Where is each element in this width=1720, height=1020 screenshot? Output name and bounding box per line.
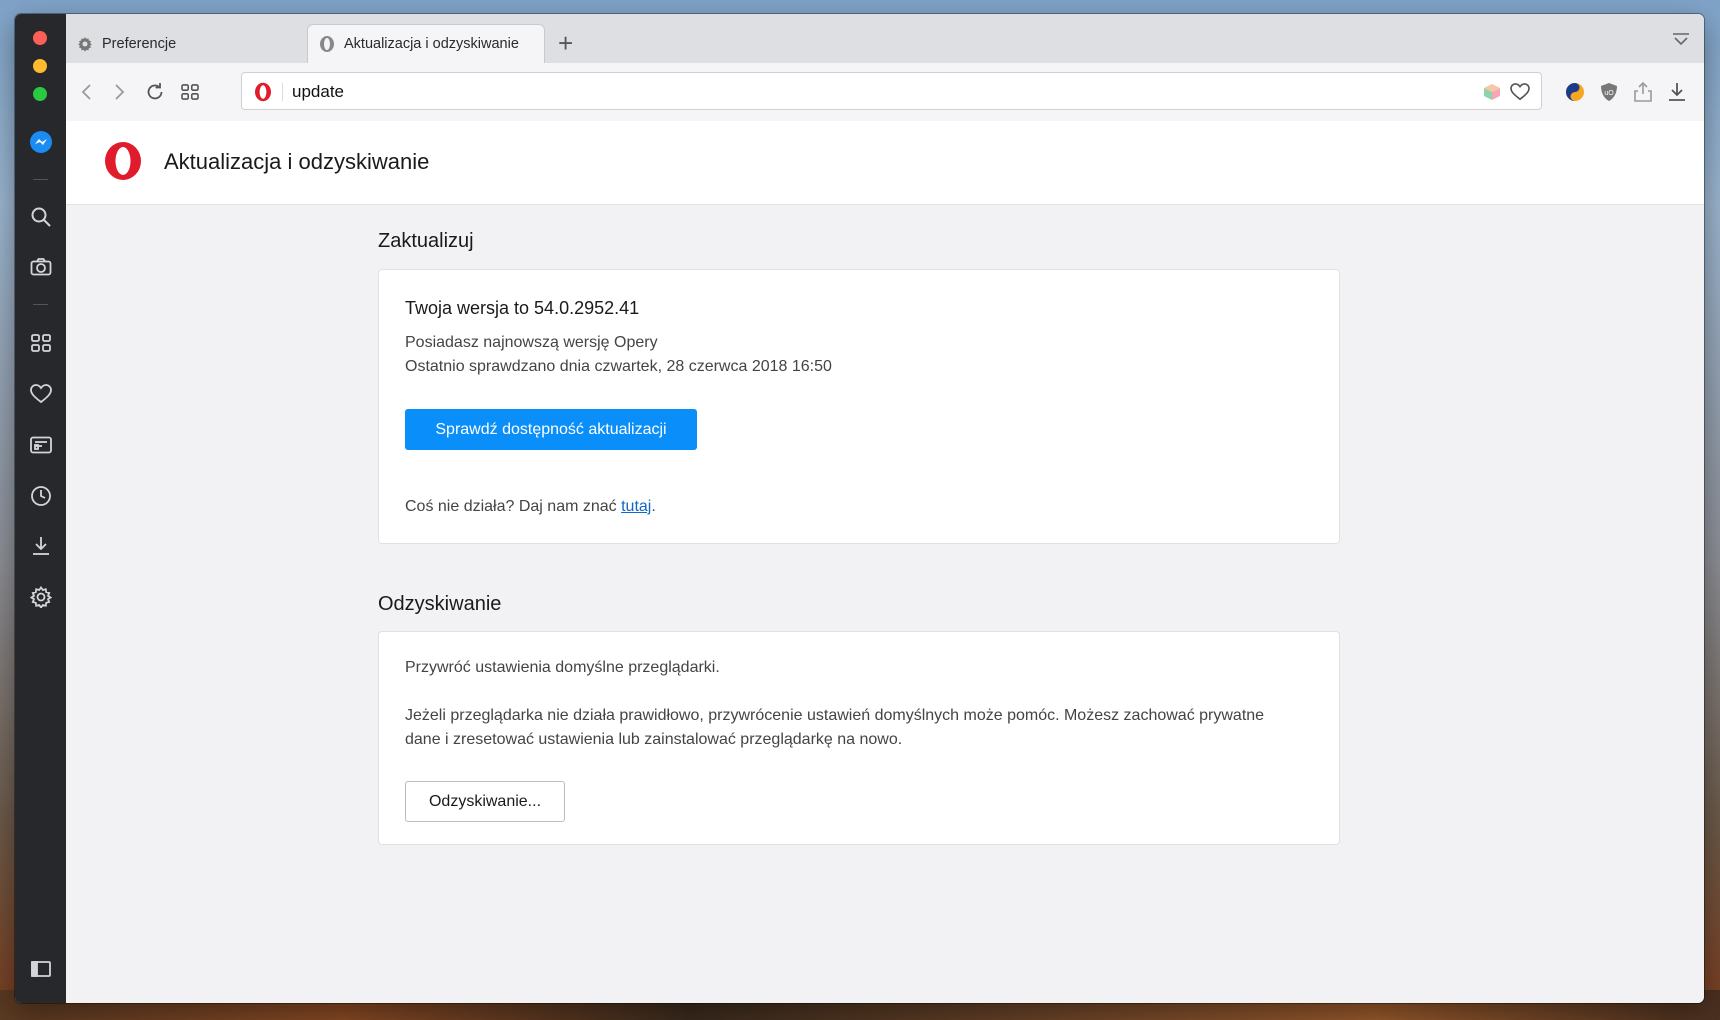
tab-menu-icon[interactable] xyxy=(1672,32,1690,51)
history-clock-icon[interactable] xyxy=(26,481,56,511)
address-bar[interactable] xyxy=(241,72,1542,110)
extension-yin-icon[interactable] xyxy=(1562,79,1588,105)
search-icon[interactable] xyxy=(26,202,56,232)
bookmark-heart-icon[interactable] xyxy=(1509,81,1531,103)
back-arrow-icon[interactable] xyxy=(74,79,100,105)
update-card: Twoja wersja to 54.0.2952.41 Posiadasz n… xyxy=(378,269,1340,544)
toggle-sidebar-icon[interactable] xyxy=(26,954,56,984)
share-icon[interactable] xyxy=(1630,79,1656,105)
url-input[interactable] xyxy=(292,82,1292,102)
feedback-link[interactable]: tutaj xyxy=(621,498,651,515)
recovery-subtitle: Przywróć ustawienia domyślne przeglądark… xyxy=(405,659,720,676)
tab-update-recovery[interactable]: Aktualizacja i odzyskiwanie xyxy=(307,24,545,63)
camera-icon[interactable] xyxy=(26,252,56,282)
download-icon[interactable] xyxy=(26,531,56,561)
messenger-icon[interactable] xyxy=(26,127,56,157)
recovery-card: Przywróć ustawienia domyślne przeglądark… xyxy=(378,631,1340,845)
browser-window: Preferencje Aktualizacja i odzyskiwanie … xyxy=(15,14,1704,1003)
speed-dial-icon[interactable] xyxy=(26,328,56,358)
tab-label: Aktualizacja i odzyskiwanie xyxy=(344,36,519,52)
status-text: Posiadasz najnowszą wersję Opery xyxy=(405,334,658,351)
version-text: Twoja wersja to 54.0.2952.41 xyxy=(405,298,640,318)
gear-icon xyxy=(76,35,94,53)
check-updates-button[interactable]: Sprawdź dostępność aktualizacji xyxy=(405,409,697,450)
update-section-title: Zaktualizuj xyxy=(378,230,474,252)
recovery-button[interactable]: Odzyskiwanie... xyxy=(405,781,565,822)
address-divider xyxy=(282,83,283,101)
opera-logo-icon xyxy=(254,82,272,107)
downloads-icon[interactable] xyxy=(1664,79,1690,105)
page-header: Aktualizacja i odzyskiwanie xyxy=(66,121,1704,205)
settings-gear-icon[interactable] xyxy=(26,582,56,612)
opera-logo-icon xyxy=(103,141,143,186)
page-title: Aktualizacja i odzyskiwanie xyxy=(164,149,430,174)
forward-arrow-icon[interactable] xyxy=(106,79,132,105)
ublock-shield-icon[interactable]: uO xyxy=(1596,79,1622,105)
tab-preferences[interactable]: Preferencje xyxy=(66,24,306,63)
heart-icon[interactable] xyxy=(26,379,56,409)
sidebar-divider xyxy=(33,304,48,305)
tab-bar: Preferencje Aktualizacja i odzyskiwanie … xyxy=(66,14,1704,64)
reload-icon[interactable] xyxy=(142,79,168,105)
feedback-prefix: Coś nie działa? Daj nam znać xyxy=(405,498,622,515)
minimize-window-button[interactable] xyxy=(33,59,47,73)
last-checked-text: Ostatnio sprawdzano dnia czwartek, 28 cz… xyxy=(405,358,832,375)
zoom-window-button[interactable] xyxy=(33,87,47,101)
new-tab-plus-icon[interactable]: + xyxy=(558,30,573,56)
recovery-description: Jeżeli przeglądarka nie działa prawidłow… xyxy=(405,707,1265,748)
navigation-toolbar: uO xyxy=(66,63,1704,122)
tab-grid-icon[interactable] xyxy=(177,79,203,105)
feedback-text: Coś nie działa? Daj nam znać tutaj. xyxy=(405,495,656,519)
opera-icon xyxy=(318,35,336,53)
sidebar xyxy=(15,14,66,1003)
cube-extension-icon[interactable] xyxy=(1481,81,1503,103)
close-window-button[interactable] xyxy=(33,31,47,45)
news-icon[interactable] xyxy=(26,430,56,460)
sidebar-divider xyxy=(33,179,48,180)
tab-label: Preferencje xyxy=(102,35,177,52)
svg-text:uO: uO xyxy=(1604,90,1614,97)
feedback-suffix: . xyxy=(651,498,656,515)
recovery-section-title: Odzyskiwanie xyxy=(378,593,502,615)
